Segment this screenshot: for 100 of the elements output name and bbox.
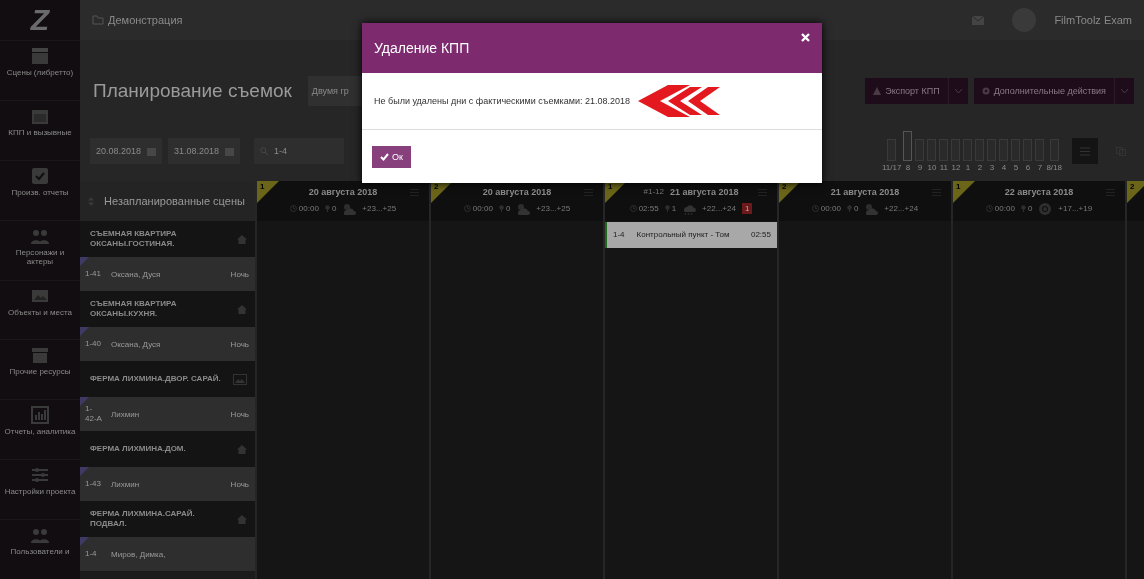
- timeline-label: 8/18: [1046, 162, 1062, 172]
- location-name: ФЕРМА ЛИХМИНА.САРАЙ. ПОДВАЛ.: [90, 509, 196, 529]
- house-icon: [237, 514, 247, 524]
- sidebar-item[interactable]: Отчеты, аналитика: [4, 427, 76, 437]
- unit-number: 1: [956, 182, 961, 191]
- location-name: ФЕРМА ЛИХМИНА.ДВОР. САРАЙ.: [90, 374, 222, 384]
- day-duration: 00:00: [820, 204, 841, 213]
- search-field[interactable]: 1-4: [254, 138, 345, 164]
- pin-icon: [498, 205, 504, 212]
- scene-number: 1-40: [85, 338, 102, 350]
- clock-icon: [463, 205, 471, 212]
- settings-icon: [981, 87, 990, 95]
- scene-number: 1-42-А: [85, 403, 103, 425]
- timeline-label: 11: [939, 162, 949, 172]
- timeline-label: 9: [917, 162, 923, 172]
- pin-icon: [324, 205, 330, 212]
- scene-count: 0: [331, 204, 337, 213]
- scene-count: 0: [1027, 204, 1033, 213]
- sidebar-item[interactable]: Пользователи и: [10, 547, 70, 557]
- scene-card[interactable]: 1-4 Контрольный пункт - Том 02:55: [605, 222, 777, 248]
- clock-icon: [985, 205, 993, 212]
- unit-number: 2: [1130, 182, 1135, 191]
- sidebar-item[interactable]: Настройки проекта: [4, 487, 76, 497]
- clock-icon: [289, 205, 297, 212]
- warning-icon: [873, 87, 882, 95]
- picture-icon: [233, 373, 247, 385]
- checkbox-icon: [31, 166, 49, 185]
- check-icon: [380, 152, 389, 161]
- sliders-icon: [31, 466, 49, 485]
- day-duration: 00:00: [298, 204, 319, 213]
- temperature: +22...+24: [884, 204, 919, 213]
- temperature: +23...+25: [362, 204, 397, 213]
- location-name: СЪЕМНАЯ КВАРТИРА ОКСАНЫ.КУХНЯ.: [90, 299, 178, 319]
- scene-count: 1: [671, 204, 677, 213]
- pin-icon: [846, 205, 852, 212]
- date-field[interactable]: 31.08.2018: [168, 138, 241, 164]
- caret-icon: [1121, 88, 1128, 94]
- search-icon: [260, 147, 269, 155]
- corner-flag-icon: [80, 257, 89, 266]
- app-logo[interactable]: Z: [0, 0, 80, 40]
- day-duration: 00:00: [472, 204, 493, 213]
- clock-icon: [811, 205, 819, 212]
- day-duration: 00:00: [994, 204, 1015, 213]
- scene-number: 1-4: [85, 548, 98, 560]
- sidebar-item[interactable]: Персонажи и актеры: [2, 247, 78, 267]
- scene-characters: Лихмин: [111, 409, 141, 419]
- scene-duration: 02:55: [750, 230, 771, 240]
- day-date: 21 августа 2018: [669, 186, 739, 197]
- scene-time: Ночь: [230, 409, 249, 419]
- scene-row[interactable]: 1-40 Оксана, Дуся Ночь: [80, 327, 255, 361]
- unit-number: 2: [434, 182, 439, 191]
- sun-icon: [1038, 201, 1053, 216]
- day-code: #1-12: [643, 187, 664, 196]
- house-icon: [237, 444, 247, 454]
- scene-characters: Оксана, Дуся: [111, 339, 162, 349]
- temperature: +23...+25: [536, 204, 571, 213]
- column-title: Незапланированные сцены: [103, 195, 246, 207]
- temperature: +17...+19: [1058, 204, 1093, 213]
- list-view-button[interactable]: [1072, 138, 1098, 164]
- scene-number: 1-4: [613, 230, 625, 240]
- scene-count: 0: [853, 204, 859, 213]
- scene-row[interactable]: 1-43 Лихмин Ночь: [80, 467, 255, 501]
- scene-row[interactable]: 1-4 Миров, Димка,: [80, 537, 255, 571]
- timeline-label: 11/17: [882, 162, 902, 172]
- day-duration: 02:55: [638, 204, 659, 213]
- ok-button[interactable]: Ок: [372, 145, 411, 168]
- scene-time: Ночь: [230, 339, 249, 349]
- sidebar-item[interactable]: Произв. отчеты: [11, 187, 69, 198]
- sidebar-item[interactable]: Сцены (либретто): [6, 67, 74, 78]
- day-date: 21 августа 2018: [830, 186, 900, 197]
- people-icon: [31, 526, 49, 545]
- mail-icon[interactable]: [972, 15, 985, 25]
- timeline-label: 6: [1025, 162, 1031, 172]
- folder-icon: [92, 15, 104, 25]
- timeline-bar[interactable]: [903, 130, 913, 161]
- timeline-label: 2: [977, 162, 983, 172]
- timeline-label: 3: [989, 162, 995, 172]
- corner-flag-icon: [80, 397, 89, 406]
- scene-time: Ночь: [230, 479, 249, 489]
- sidebar-item[interactable]: Прочие ресурсы: [9, 367, 71, 378]
- clapperboard-icon: [31, 46, 49, 65]
- sidebar-item[interactable]: Объекты и места: [8, 307, 72, 318]
- chevrons-left-icon: [638, 83, 720, 119]
- unit-flag: [1127, 181, 1144, 203]
- scene-time: Ночь: [230, 269, 249, 279]
- pin-icon: [664, 205, 670, 212]
- clock-icon: [629, 205, 637, 212]
- timeline-label: 12: [951, 162, 961, 172]
- date-field[interactable]: 20.08.2018: [90, 138, 163, 164]
- breadcrumb-link[interactable]: Демонстрация: [108, 14, 183, 26]
- day-date: 22 августа 2018: [1004, 186, 1074, 197]
- dialog-message: Не были удалены дни с фактическими съемками: 21.08.2018: [374, 96, 630, 106]
- scene-characters: Оксана, Дуся: [111, 269, 162, 279]
- scene-row[interactable]: 1-41 Оксана, Дуся Ночь: [80, 257, 255, 291]
- scene-row[interactable]: 1-42-А Лихмин Ночь: [80, 397, 255, 431]
- user-name[interactable]: FilmToolz Exam: [1054, 14, 1132, 26]
- temperature: +22...+24: [702, 204, 736, 213]
- sidebar-item[interactable]: КПП и вызывные: [8, 127, 72, 138]
- day-date: 20 августа 2018: [308, 186, 378, 197]
- scene-count: 0: [505, 204, 511, 213]
